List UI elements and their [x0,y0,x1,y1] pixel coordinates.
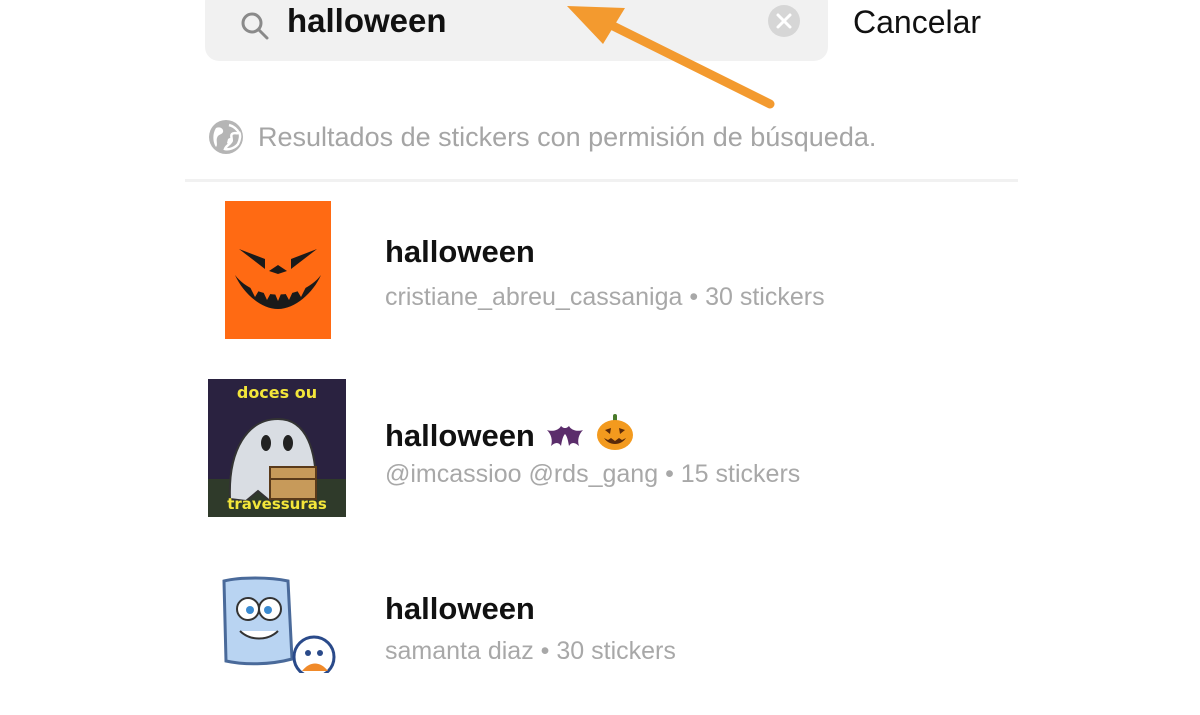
pack-author: @imcassioo @rds_gang [385,460,659,488]
pack-title: halloween [385,412,635,454]
separator-dot: • [540,637,550,665]
search-permission-hint: Resultados de stickers con permisión de … [208,117,876,157]
bat-icon [546,426,583,446]
annotation-arrow [567,6,775,109]
sticker-pack-row[interactable]: halloween cristiane_abreu_cassaniga • 30… [205,201,1005,341]
divider [185,179,1018,182]
search-icon [241,12,269,40]
separator-dot: • [689,283,699,311]
pack-title: halloween [385,234,535,269]
sticker-pack-row[interactable]: doces ou travessuras halloween @imcassio… [205,378,1005,518]
pack-subtitle: samanta diaz • 30 stickers [385,637,676,666]
pack-title-text: halloween [385,418,535,453]
pumpkin-face-thumbnail [225,201,331,339]
hint-text: Resultados de stickers con permisión de … [258,121,877,152]
pack-author: samanta diaz [385,637,534,665]
pack-count: 30 stickers [705,283,825,311]
cancel-button[interactable]: Cancelar [853,2,981,42]
pack-count: 15 stickers [680,460,801,488]
pack-count: 30 stickers [556,637,676,665]
globe-icon [209,120,243,154]
thumbnail-bottom-text: travessuras [227,495,327,513]
thumbnail-top-text: doces ou [236,383,318,402]
pack-subtitle: cristiane_abreu_cassaniga • 30 stickers [385,283,825,312]
separator-dot: • [665,460,674,488]
ghost-thumbnail: doces ou travessuras [208,379,346,517]
pack-subtitle: @imcassioo @rds_gang • 15 stickers [385,460,800,489]
pack-title: halloween [385,591,535,626]
jack-o-lantern-icon [596,414,633,450]
pack-author: cristiane_abreu_cassaniga [385,283,683,311]
sticker-pack-row[interactable]: halloween samanta diaz • 30 stickers [205,575,1005,715]
sponge-thumbnail [210,575,340,673]
